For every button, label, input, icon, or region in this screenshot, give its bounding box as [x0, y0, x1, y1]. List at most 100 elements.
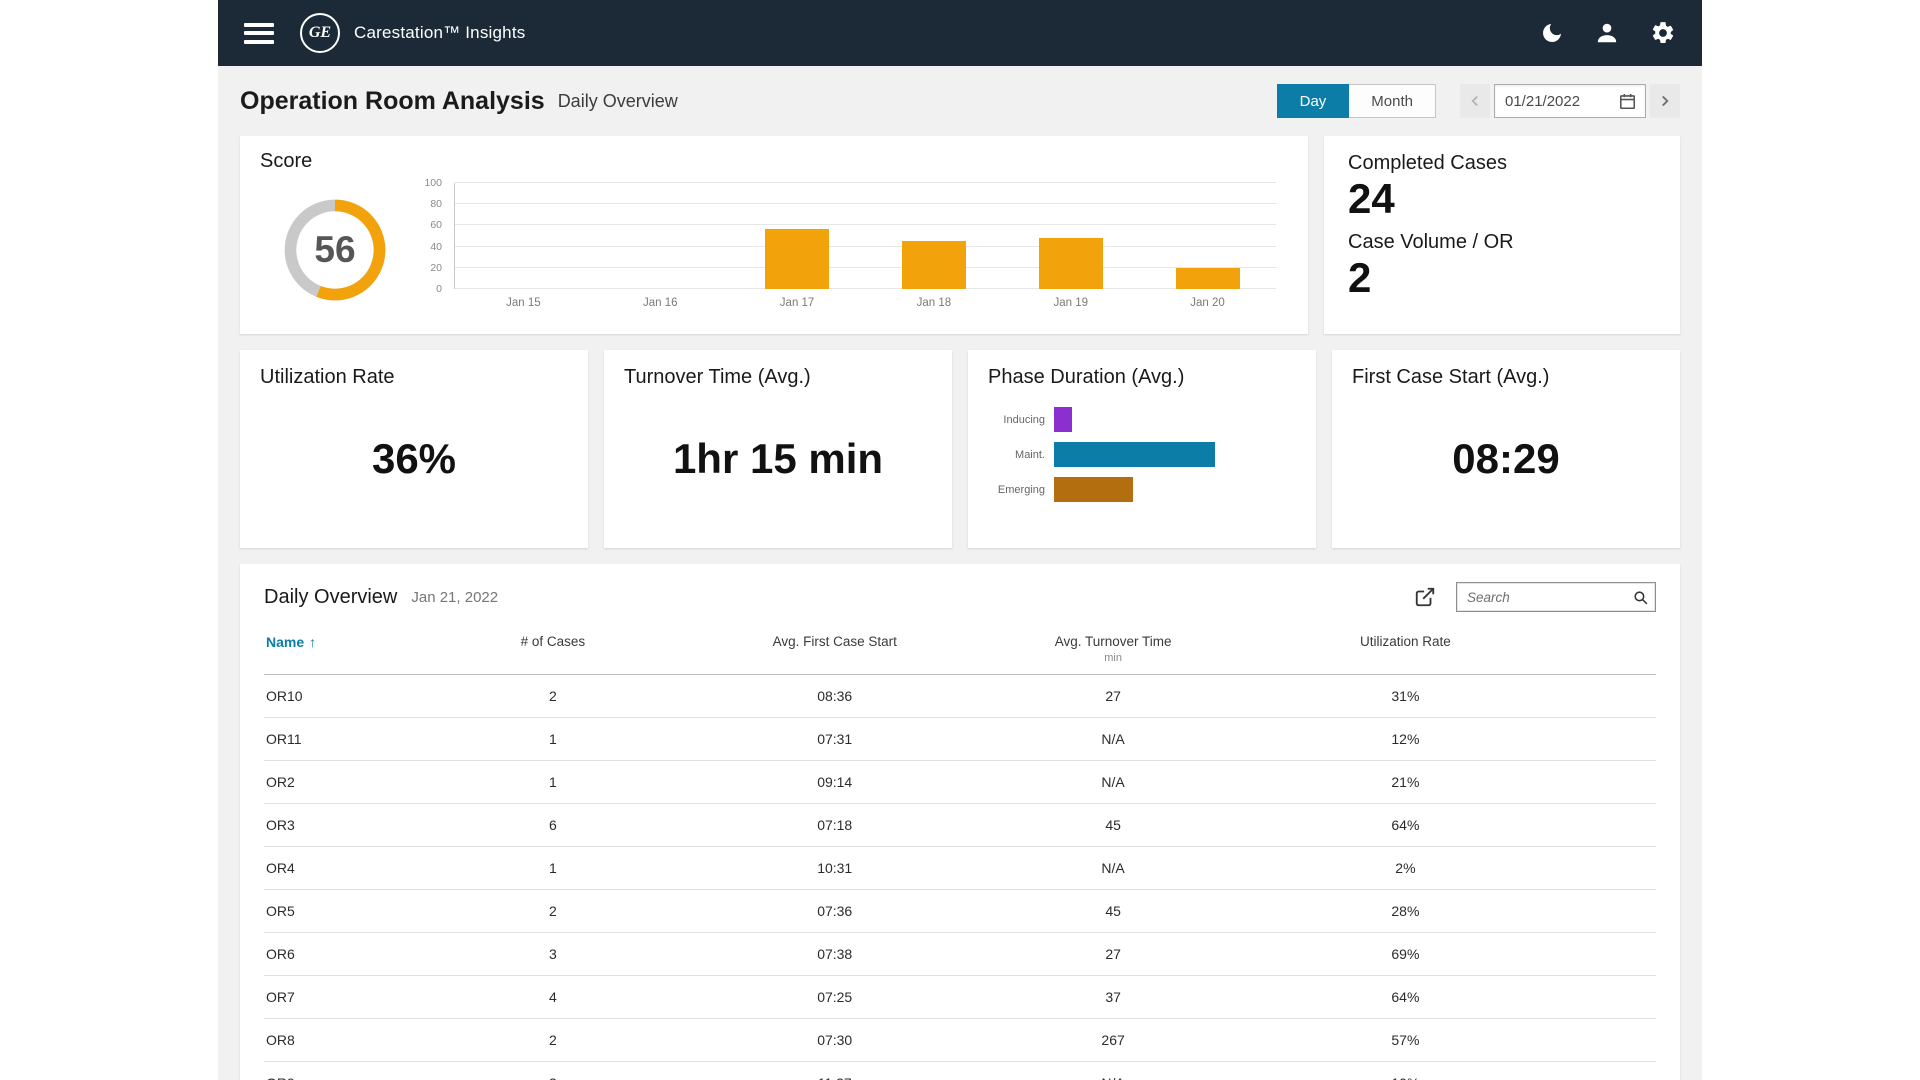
first-case-start-card: First Case Start (Avg.) 08:29 [1332, 350, 1680, 548]
turnover-time-value: 1hr 15 min [672, 435, 884, 482]
ge-logo-text: GE [308, 24, 332, 41]
score-chart-bar[interactable] [1038, 238, 1103, 289]
search-icon[interactable] [1632, 589, 1649, 606]
cell-utilization: 28% [1391, 903, 1420, 919]
column-header-utilization[interactable]: Utilization Rate [1252, 634, 1558, 649]
daily-overview-title: Daily Overview [264, 585, 398, 608]
date-field[interactable] [1494, 84, 1646, 118]
cell-turnover: 45 [1105, 903, 1121, 919]
score-chart-ytick: 20 [430, 261, 442, 274]
first-case-start-title: First Case Start (Avg.) [1352, 366, 1550, 388]
cell-name: OR2 [266, 774, 295, 790]
cell-utilization: 69% [1391, 946, 1420, 962]
table-row[interactable]: OR8 2 07:30 267 57% [264, 1019, 1656, 1062]
cell-first_case_start: 07:18 [817, 817, 853, 833]
score-card-title: Score [260, 150, 313, 172]
score-card: Score 56 100 80 60 40 20 0 Jan 15 Jan 16 Ja [240, 136, 1308, 334]
table-row[interactable]: OR2 1 09:14 N/A 21% [264, 761, 1656, 804]
search-input[interactable] [1456, 582, 1656, 612]
next-day-button[interactable] [1650, 84, 1680, 118]
completed-cases-value: 24 [1348, 175, 1395, 222]
cell-first_case_start: 10:31 [817, 860, 853, 876]
score-chart-bar[interactable] [1175, 267, 1240, 289]
phase-label: Maint. [1015, 448, 1045, 461]
score-chart-xtick: Jan 20 [1190, 297, 1225, 309]
table-row[interactable]: OR10 2 08:36 27 31% [264, 675, 1656, 718]
daily-overview-date: Jan 21, 2022 [411, 588, 499, 606]
cell-cases: 2 [548, 903, 557, 919]
score-chart-xtick: Jan 16 [642, 297, 678, 309]
first-case-start-value: 08:29 [1452, 435, 1560, 482]
table-row[interactable]: OR3 6 07:18 45 64% [264, 804, 1656, 847]
cell-turnover: N/A [1101, 774, 1125, 790]
cell-cases: 4 [548, 989, 557, 1005]
table-row[interactable]: OR11 1 07:31 N/A 12% [264, 718, 1656, 761]
month-toggle-button[interactable]: Month [1349, 84, 1436, 118]
cell-cases: 1 [548, 774, 557, 790]
cell-name: OR4 [266, 860, 295, 876]
score-chart-slot: Jan 15 [455, 183, 592, 309]
score-chart-xtick: Jan 19 [1053, 297, 1088, 309]
case-volume-label: Case Volume / OR [1348, 231, 1514, 254]
phase-bar[interactable] [1054, 442, 1215, 467]
column-header-first-case-start[interactable]: Avg. First Case Start [696, 634, 974, 649]
score-chart-bar[interactable] [765, 228, 830, 289]
menu-icon[interactable] [244, 18, 274, 48]
turnover-time-card: Turnover Time (Avg.) 1hr 15 min [604, 350, 952, 548]
ge-logo: GE [300, 13, 340, 53]
moon-icon[interactable] [1540, 21, 1564, 45]
cell-utilization: 64% [1391, 989, 1420, 1005]
score-chart-slot: Jan 20 [1139, 183, 1276, 309]
phase-bar[interactable] [1054, 477, 1133, 502]
score-chart-slot: Jan 19 [1002, 183, 1139, 309]
score-chart-ylabels: 100 80 60 40 20 0 [416, 177, 448, 295]
score-chart-ytick: 100 [424, 177, 442, 189]
phase-row: Emerging [988, 477, 1296, 502]
score-gauge: 56 [260, 175, 410, 325]
cell-utilization: 31% [1391, 688, 1420, 704]
column-header-cases[interactable]: # of Cases [410, 634, 695, 649]
utilization-rate-value: 36% [371, 435, 457, 482]
table-row[interactable]: OR4 1 10:31 N/A 2% [264, 847, 1656, 890]
cell-name: OR9 [264, 1075, 410, 1080]
score-chart-bar[interactable] [901, 241, 966, 289]
gear-icon[interactable] [1650, 20, 1676, 46]
table-row[interactable]: OR6 3 07:38 27 69% [264, 933, 1656, 976]
cell-name: OR5 [266, 903, 295, 919]
table-row[interactable]: OR9211:27N/A10% [264, 1062, 1656, 1080]
score-chart-ytick: 80 [430, 198, 442, 211]
calendar-icon[interactable] [1618, 92, 1637, 111]
cell-cases: 2 [548, 1032, 557, 1048]
phase-label: Emerging [997, 483, 1045, 496]
cell-first_case_start: 11:27 [696, 1075, 974, 1080]
score-chart-xtick: Jan 18 [916, 297, 952, 309]
user-icon[interactable] [1594, 20, 1620, 46]
sort-asc-icon: ↑ [309, 634, 317, 650]
table-row[interactable]: OR5 2 07:36 45 28% [264, 890, 1656, 933]
cell-utilization: 64% [1391, 817, 1420, 833]
phase-bar[interactable] [1054, 407, 1072, 432]
previous-day-button[interactable] [1460, 84, 1490, 118]
cell-first_case_start: 07:36 [817, 903, 853, 919]
column-header-name[interactable]: Name ↑ [264, 634, 410, 650]
export-icon[interactable] [1414, 586, 1436, 608]
cell-turnover: 267 [1101, 1032, 1125, 1048]
cell-first_case_start: 07:25 [817, 989, 853, 1005]
cell-cases: 1 [548, 731, 557, 747]
day-toggle-button[interactable]: Day [1276, 84, 1350, 118]
view-toggle: Day Month [1276, 84, 1436, 118]
date-input[interactable] [1505, 92, 1611, 110]
cell-name: OR6 [266, 946, 295, 962]
chevron-left-icon [1471, 95, 1478, 107]
page-content: Operation Room Analysis Daily Overview D… [218, 66, 1702, 1080]
cell-name: OR7 [266, 989, 295, 1005]
cell-name: OR8 [266, 1032, 295, 1048]
cell-first_case_start: 09:14 [817, 774, 853, 790]
cell-first_case_start: 07:31 [817, 731, 853, 747]
column-header-turnover-time[interactable]: Avg. Turnover Time min [974, 634, 1252, 664]
cell-name: OR11 [266, 731, 302, 747]
cell-name: OR3 [266, 817, 295, 833]
phase-chart: Inducing Maint. Emerging [988, 407, 1296, 502]
cell-utilization: 21% [1391, 774, 1420, 790]
table-row[interactable]: OR7 4 07:25 37 64% [264, 976, 1656, 1019]
